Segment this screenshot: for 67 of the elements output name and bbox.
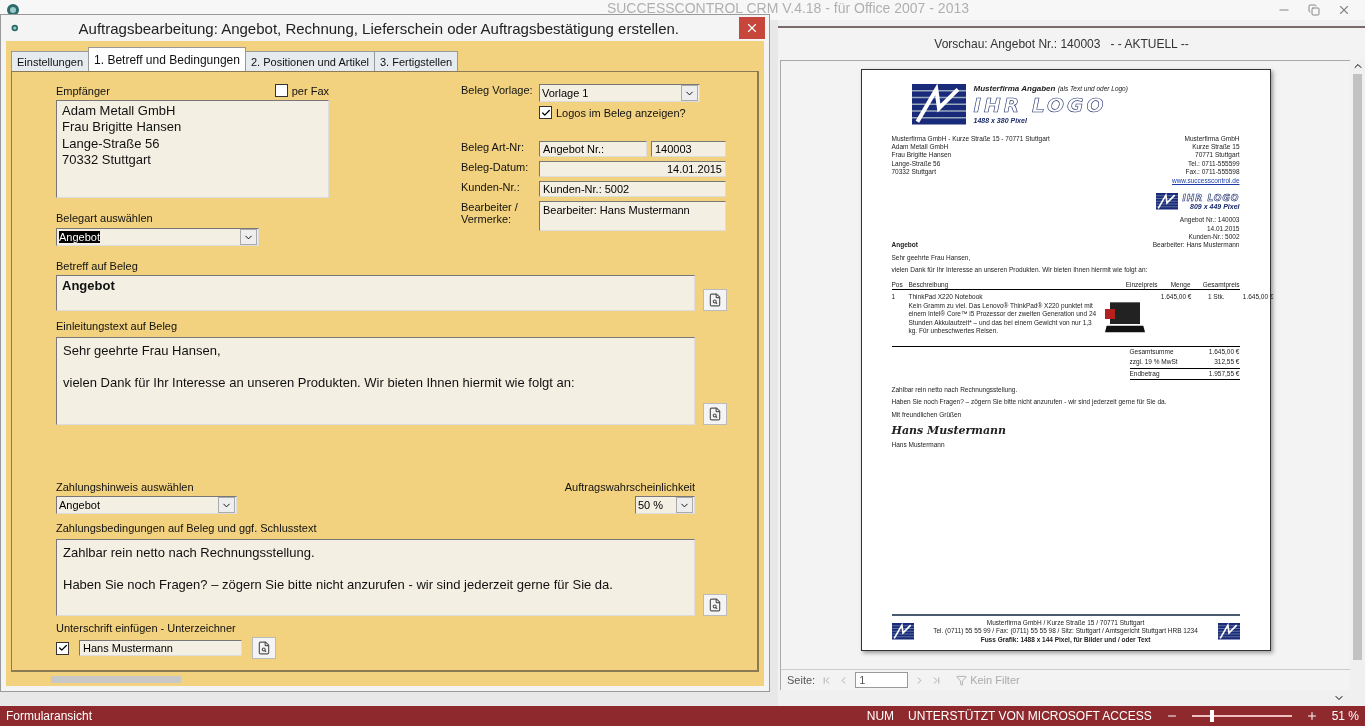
signature-checkbox[interactable] (56, 641, 69, 655)
logo-text: IHR LOGO (973, 93, 1107, 118)
field-label: Kunden-Nr.: (461, 181, 521, 193)
tab[interactable]: Einstellungen (11, 51, 90, 71)
text-field[interactable]: Kunden-Nr.: 5002 (539, 181, 726, 197)
terms-field[interactable]: Zahlbar rein netto nach Rechnungsstellung. Haben Sie noch Fragen? – zögern Sie bitte nicht anzurufen - wir sind jederzeit gerne für Sie da. (56, 539, 695, 616)
notes-field[interactable]: Bearbeiter: Hans Mustermann (539, 201, 726, 231)
fax-checkbox[interactable] (274, 84, 288, 97)
number-field[interactable]: 140003 (651, 141, 726, 157)
checkbox-label: Logos im Beleg anzeigen? (556, 106, 686, 119)
date-field[interactable]: 14.01.2015 (539, 161, 726, 177)
field-label: Belegart auswählen (56, 212, 154, 224)
close-icon (745, 21, 759, 35)
restore-icon (1308, 4, 1320, 16)
preview-button[interactable] (703, 403, 727, 425)
zoom-thumb[interactable] (1209, 710, 1214, 722)
zoom-in-icon (1305, 710, 1318, 722)
page-label: Seite: (787, 674, 816, 686)
preview-button[interactable] (703, 594, 727, 616)
field-label: Betreff auf Beleg (56, 260, 139, 272)
logo-icon (1217, 623, 1240, 640)
file-search-icon (708, 293, 722, 307)
field-label: Beleg Vorlage: (461, 84, 534, 96)
logos-checkbox[interactable] (539, 106, 552, 119)
close-icon (1337, 3, 1351, 17)
field-label: Einleitungstext auf Beleg (56, 320, 179, 332)
powered-by-text: UNTERSTÜTZT VON MICROSOFT ACCESS (908, 709, 1152, 723)
field-label: Beleg Art-Nr: (461, 141, 525, 153)
field-label: Unterschrift einfügen - Unterzeichner (56, 622, 237, 634)
zoom-reading: 51 % (1331, 709, 1359, 723)
funnel-icon (956, 674, 968, 686)
type-dropdown[interactable]: Angebot (56, 228, 259, 246)
tab[interactable]: 1. Betreff und Bedingungen (88, 47, 246, 71)
template-dropdown[interactable]: Vorlage 1 (539, 84, 700, 102)
subject-field[interactable]: Angebot (56, 275, 695, 311)
preview-button[interactable] (703, 289, 727, 311)
checkbox-label: per Fax (291, 84, 329, 97)
field-label: Bearbeiter / Vermerke: (461, 201, 519, 225)
num-lock-indicator: NUM (866, 709, 895, 723)
page-field[interactable]: 1 (855, 672, 909, 688)
text-field[interactable]: Angebot Nr.: (539, 141, 647, 157)
field-label: Zahlungsbedingungen auf Beleg und ggf. Schlusstext (56, 522, 318, 534)
payment-dropdown[interactable]: Angebot (56, 496, 237, 514)
field-label: Beleg-Datum: (461, 161, 530, 173)
scrollbar-thumb[interactable] (51, 675, 181, 683)
file-search-icon (257, 641, 271, 655)
preview-heading: Vorschau: Angebot Nr.: 140003 - - AKTUELL -- (933, 36, 1190, 53)
probability-dropdown[interactable]: 50 % (635, 496, 695, 514)
preview-button[interactable] (252, 637, 276, 659)
tab[interactable]: 3. Fertigstellen (374, 51, 459, 71)
address-field[interactable]: Adam Metall GmbH Frau Brigitte Hansen Lange-Straße 56 70332 Stuttgart (56, 100, 329, 198)
intro-field[interactable]: Sehr geehrte Frau Hansen, vielen Dank für Ihr Interesse an unseren Produkten. Wir bieten Ihnen hiermit wie folgt an: (56, 337, 695, 425)
signature-text: Hans Mustermann (891, 424, 1008, 438)
field-label: Auftragswahrscheinlichkeit (564, 481, 695, 493)
view-mode: Formularansicht (6, 709, 94, 723)
field-label: Zahlungshinweis auswählen (56, 481, 194, 493)
close-button[interactable] (739, 17, 765, 39)
logo-icon (891, 623, 914, 640)
tab[interactable]: 2. Positionen und Artikel (244, 51, 375, 71)
app-title: SUCCESSCONTROL CRM V.4.18 - für Office 2007 - 2013 (605, 2, 970, 14)
logo-icon (911, 84, 966, 125)
file-search-icon (708, 598, 722, 612)
file-search-icon (708, 407, 722, 421)
dialog-title: Auftragsbearbeitung: Angebot, Rechnung, Lieferschein oder Auftragsbestätigung erstellen. (78, 19, 679, 37)
logo-icon (1156, 193, 1179, 210)
signer-field[interactable]: Hans Mustermann (79, 640, 242, 656)
field-label: Empfänger (56, 84, 110, 97)
